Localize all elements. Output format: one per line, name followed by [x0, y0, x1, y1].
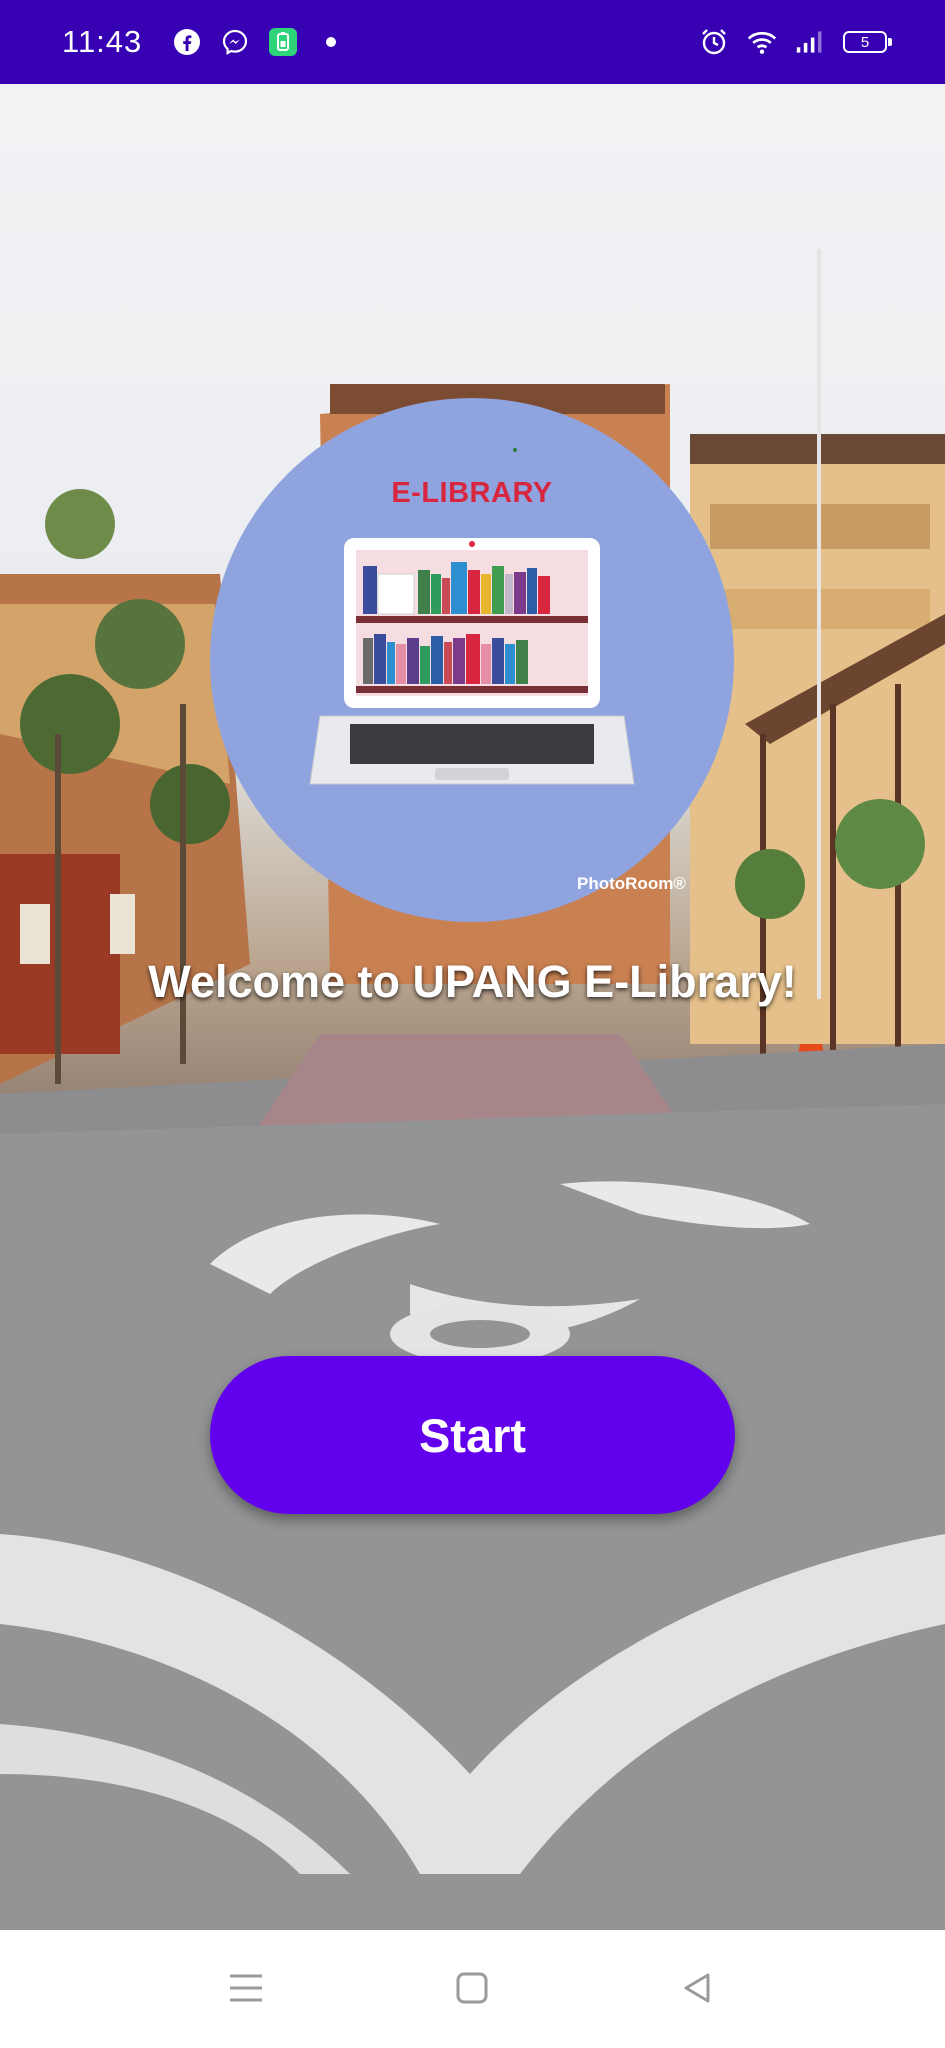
start-button[interactable]: Start	[210, 1356, 735, 1514]
welcome-heading: Welcome to UPANG E-Library!	[148, 956, 797, 1007]
notification-icons	[172, 27, 346, 57]
battery-level: 5	[860, 33, 870, 51]
signal-icon	[795, 27, 825, 57]
menu-icon[interactable]	[216, 1958, 276, 2018]
status-bar: 11:43 5	[0, 0, 945, 84]
e-library-logo: E-LIBRARY PhotoRoom®	[210, 398, 734, 922]
facebook-icon	[172, 27, 202, 57]
photoroom-watermark: PhotoRoom®	[577, 874, 686, 893]
alarm-icon	[699, 27, 729, 57]
dot-icon	[316, 27, 346, 57]
wifi-icon	[747, 27, 777, 57]
status-time: 11:43	[62, 24, 143, 59]
messenger-icon	[220, 27, 250, 57]
back-icon[interactable]	[667, 1958, 727, 2018]
background-image: E-LIBRARY PhotoRoom® Welcome to UPANG E-…	[0, 84, 945, 1930]
navigation-bar	[0, 1930, 945, 2048]
battery-saver-icon	[268, 27, 298, 57]
battery-icon: 5	[843, 31, 892, 53]
home-icon[interactable]	[442, 1958, 502, 2018]
laptop-bookshelf-icon	[309, 448, 635, 785]
system-icons: 5	[699, 27, 892, 57]
